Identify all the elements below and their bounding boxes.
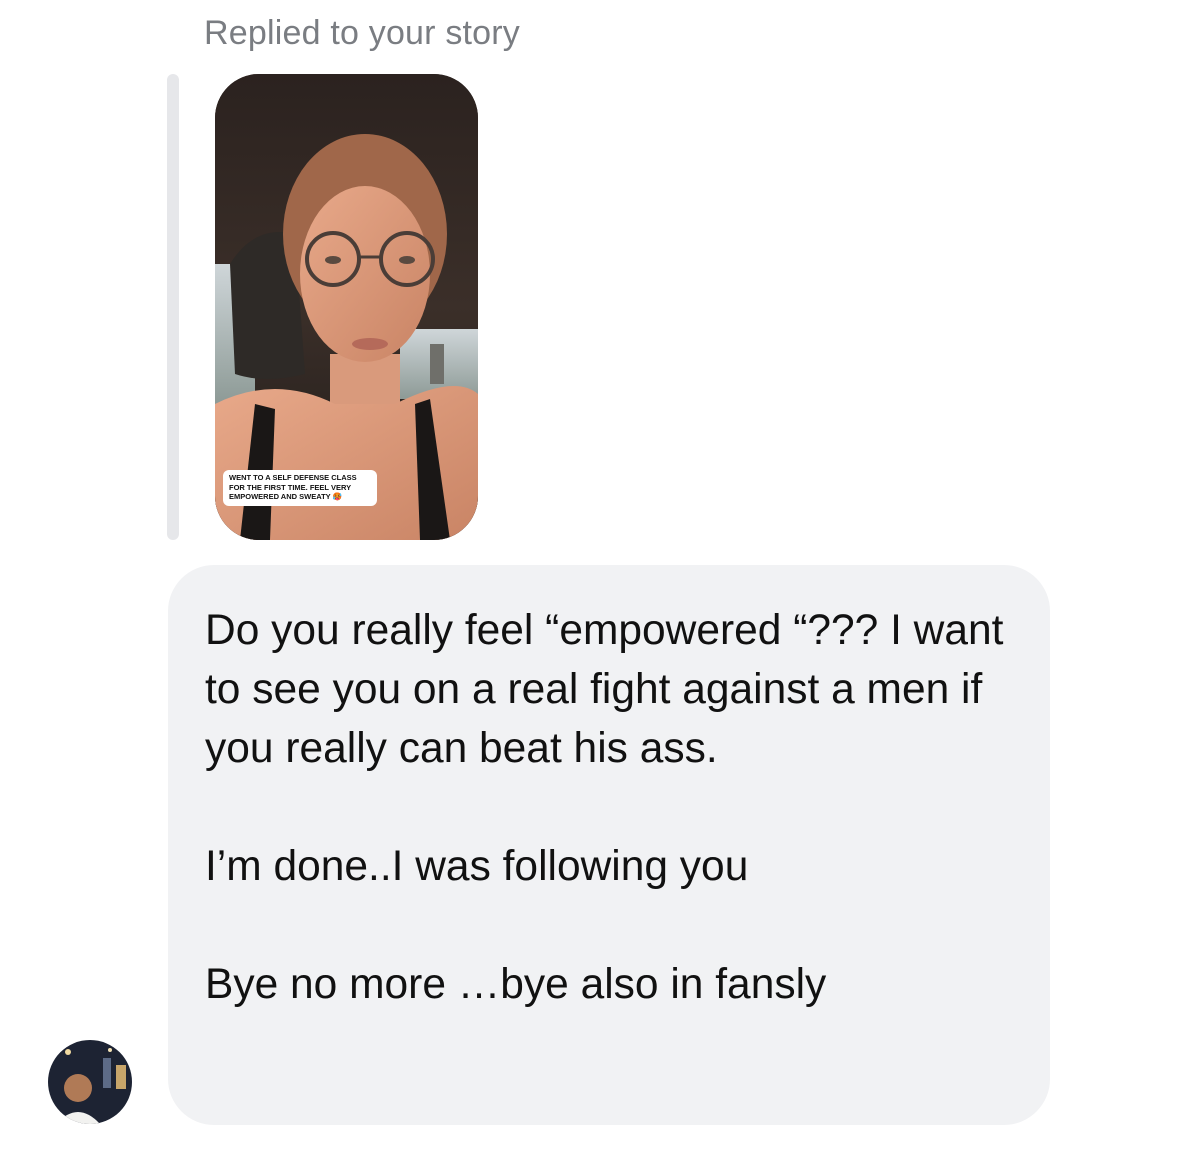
hot-face-emoji: 🥵	[332, 492, 342, 501]
message-bubble[interactable]: Do you really feel “empowered “??? I wan…	[168, 565, 1050, 1125]
message-paragraph-1: Do you really feel “empowered “??? I wan…	[205, 607, 1016, 772]
reply-context-label: Replied to your story	[204, 14, 521, 52]
sender-avatar[interactable]	[48, 1040, 132, 1124]
avatar-photo	[48, 1040, 132, 1124]
story-thumbnail[interactable]: WENT TO A SELF DEFENSE CLASS FOR THE FIR…	[215, 74, 478, 540]
message-paragraph-3: Bye no more …bye also in fansly	[205, 961, 827, 1008]
message-paragraph-2: I’m done..I was following you	[205, 843, 749, 890]
reply-quote-bar	[167, 74, 179, 540]
story-caption: WENT TO A SELF DEFENSE CLASS FOR THE FIR…	[223, 470, 377, 506]
